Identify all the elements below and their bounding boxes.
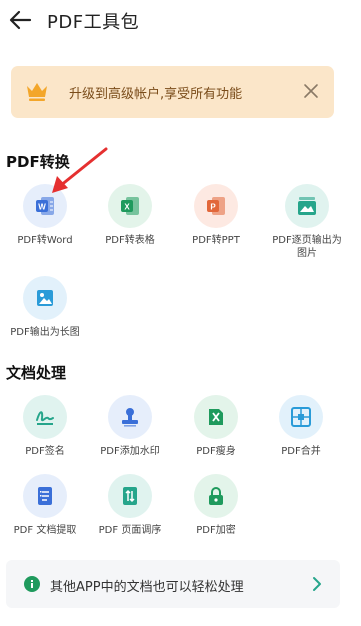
tool-pdf-merge[interactable]: PDF合并 (259, 395, 343, 458)
crown-icon (27, 83, 47, 101)
image-icon (37, 290, 53, 306)
chevron-right-icon (313, 577, 321, 591)
tool-label-line2: 图片 (297, 248, 317, 259)
reorder-icon (123, 487, 137, 505)
tool-pdf-encrypt[interactable]: PDF加密 (174, 474, 258, 537)
image-gallery-icon (298, 197, 316, 215)
svg-text:X: X (124, 203, 130, 212)
header: PDF工具包 (0, 0, 361, 44)
tool-label: PDF瘦身 (196, 446, 236, 457)
tool-label: PDF逐页输出为 (272, 235, 342, 246)
stamp-icon (122, 408, 138, 427)
tool-icon-bg (194, 395, 238, 439)
tool-pdf-compress[interactable]: PDF瘦身 (174, 395, 258, 458)
tool-icon-bg (23, 474, 67, 518)
extract-icon (38, 487, 52, 505)
tool-pdf-to-images[interactable]: PDF逐页输出为 图片 (259, 184, 355, 260)
tool-pdf-to-long-image[interactable]: PDF输出为长图 (3, 276, 87, 339)
tool-label: PDF签名 (25, 446, 65, 457)
compress-icon (209, 409, 223, 425)
back-arrow-icon[interactable] (6, 6, 34, 34)
tool-label: PDF转Word (17, 235, 73, 246)
tool-icon-bg (279, 395, 323, 439)
tool-pdf-to-ppt[interactable]: P PDF转PPT (174, 184, 258, 247)
tool-label: PDF 文档提取 (13, 525, 77, 536)
tool-pdf-sign[interactable]: PDF签名 (3, 395, 87, 458)
tool-icon-bg (108, 474, 152, 518)
tool-icon-bg: P (194, 184, 238, 228)
tool-label: PDF转PPT (192, 235, 240, 246)
close-icon[interactable] (302, 82, 320, 100)
signature-icon (36, 411, 54, 425)
word-icon: W (36, 197, 54, 215)
tool-label: PDF合并 (281, 446, 321, 457)
tool-icon-bg: X (108, 184, 152, 228)
merge-icon (291, 407, 311, 427)
upgrade-banner[interactable]: 升级到高级帐户,享受所有功能 (11, 66, 334, 118)
tool-label: PDF 页面调序 (98, 525, 162, 536)
tool-label: PDF转表格 (105, 235, 155, 246)
section-title-process: 文档处理 (6, 364, 67, 382)
pointer-arrow-icon (52, 147, 108, 193)
svg-text:W: W (38, 203, 46, 212)
tool-pdf-reorder[interactable]: PDF 页面调序 (88, 474, 172, 537)
excel-icon: X (121, 197, 139, 215)
tool-icon-bg (23, 276, 67, 320)
tool-label: PDF加密 (196, 525, 236, 536)
tool-pdf-watermark[interactable]: PDF添加水印 (88, 395, 172, 458)
tool-icon-bg (108, 395, 152, 439)
page-title: PDF工具包 (47, 12, 140, 33)
tool-label: PDF添加水印 (100, 446, 160, 457)
ppt-icon: P (207, 197, 225, 215)
tool-icon-bg (23, 395, 67, 439)
hint-text: 其他APP中的文档也可以轻松处理 (50, 580, 244, 595)
tool-pdf-extract[interactable]: PDF 文档提取 (3, 474, 87, 537)
tool-icon-bg (285, 184, 329, 228)
tool-icon-bg (194, 474, 238, 518)
svg-text:P: P (210, 203, 216, 212)
other-apps-hint-bar[interactable]: 其他APP中的文档也可以轻松处理 (6, 560, 340, 608)
info-icon (24, 576, 40, 592)
tool-label: PDF输出为长图 (10, 327, 80, 338)
upgrade-text: 升级到高级帐户,享受所有功能 (69, 87, 243, 102)
lock-icon (209, 487, 223, 505)
